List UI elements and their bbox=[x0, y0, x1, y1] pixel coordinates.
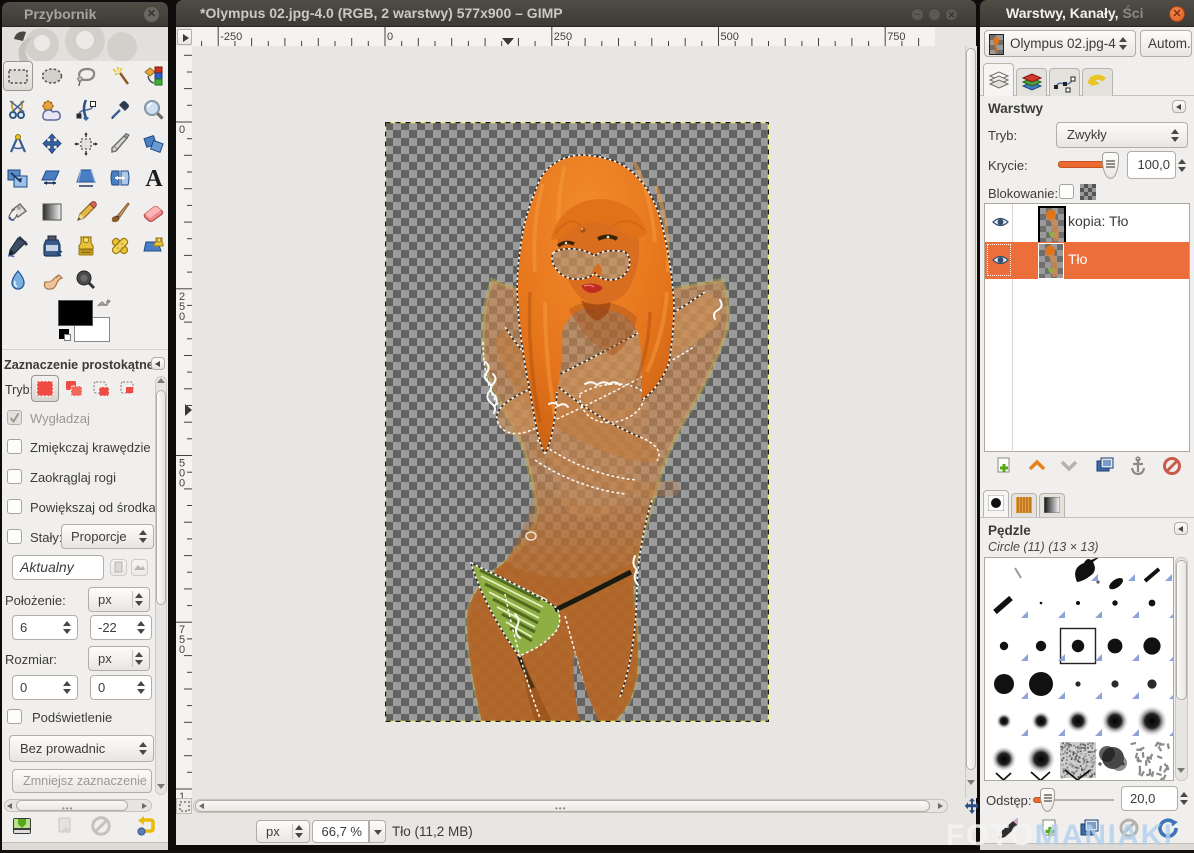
svg-text:0: 0 bbox=[179, 124, 185, 136]
svg-text:A: A bbox=[145, 166, 163, 190]
svg-text:0: 0 bbox=[179, 311, 185, 323]
svg-text:500: 500 bbox=[721, 31, 739, 43]
svg-text:0: 0 bbox=[179, 644, 185, 656]
svg-text:-250: -250 bbox=[220, 31, 242, 43]
svg-text:0: 0 bbox=[387, 31, 393, 43]
svg-text:250: 250 bbox=[554, 31, 572, 43]
svg-text:0: 0 bbox=[179, 478, 185, 490]
svg-text:1: 1 bbox=[179, 791, 185, 798]
svg-text:750: 750 bbox=[887, 31, 905, 43]
